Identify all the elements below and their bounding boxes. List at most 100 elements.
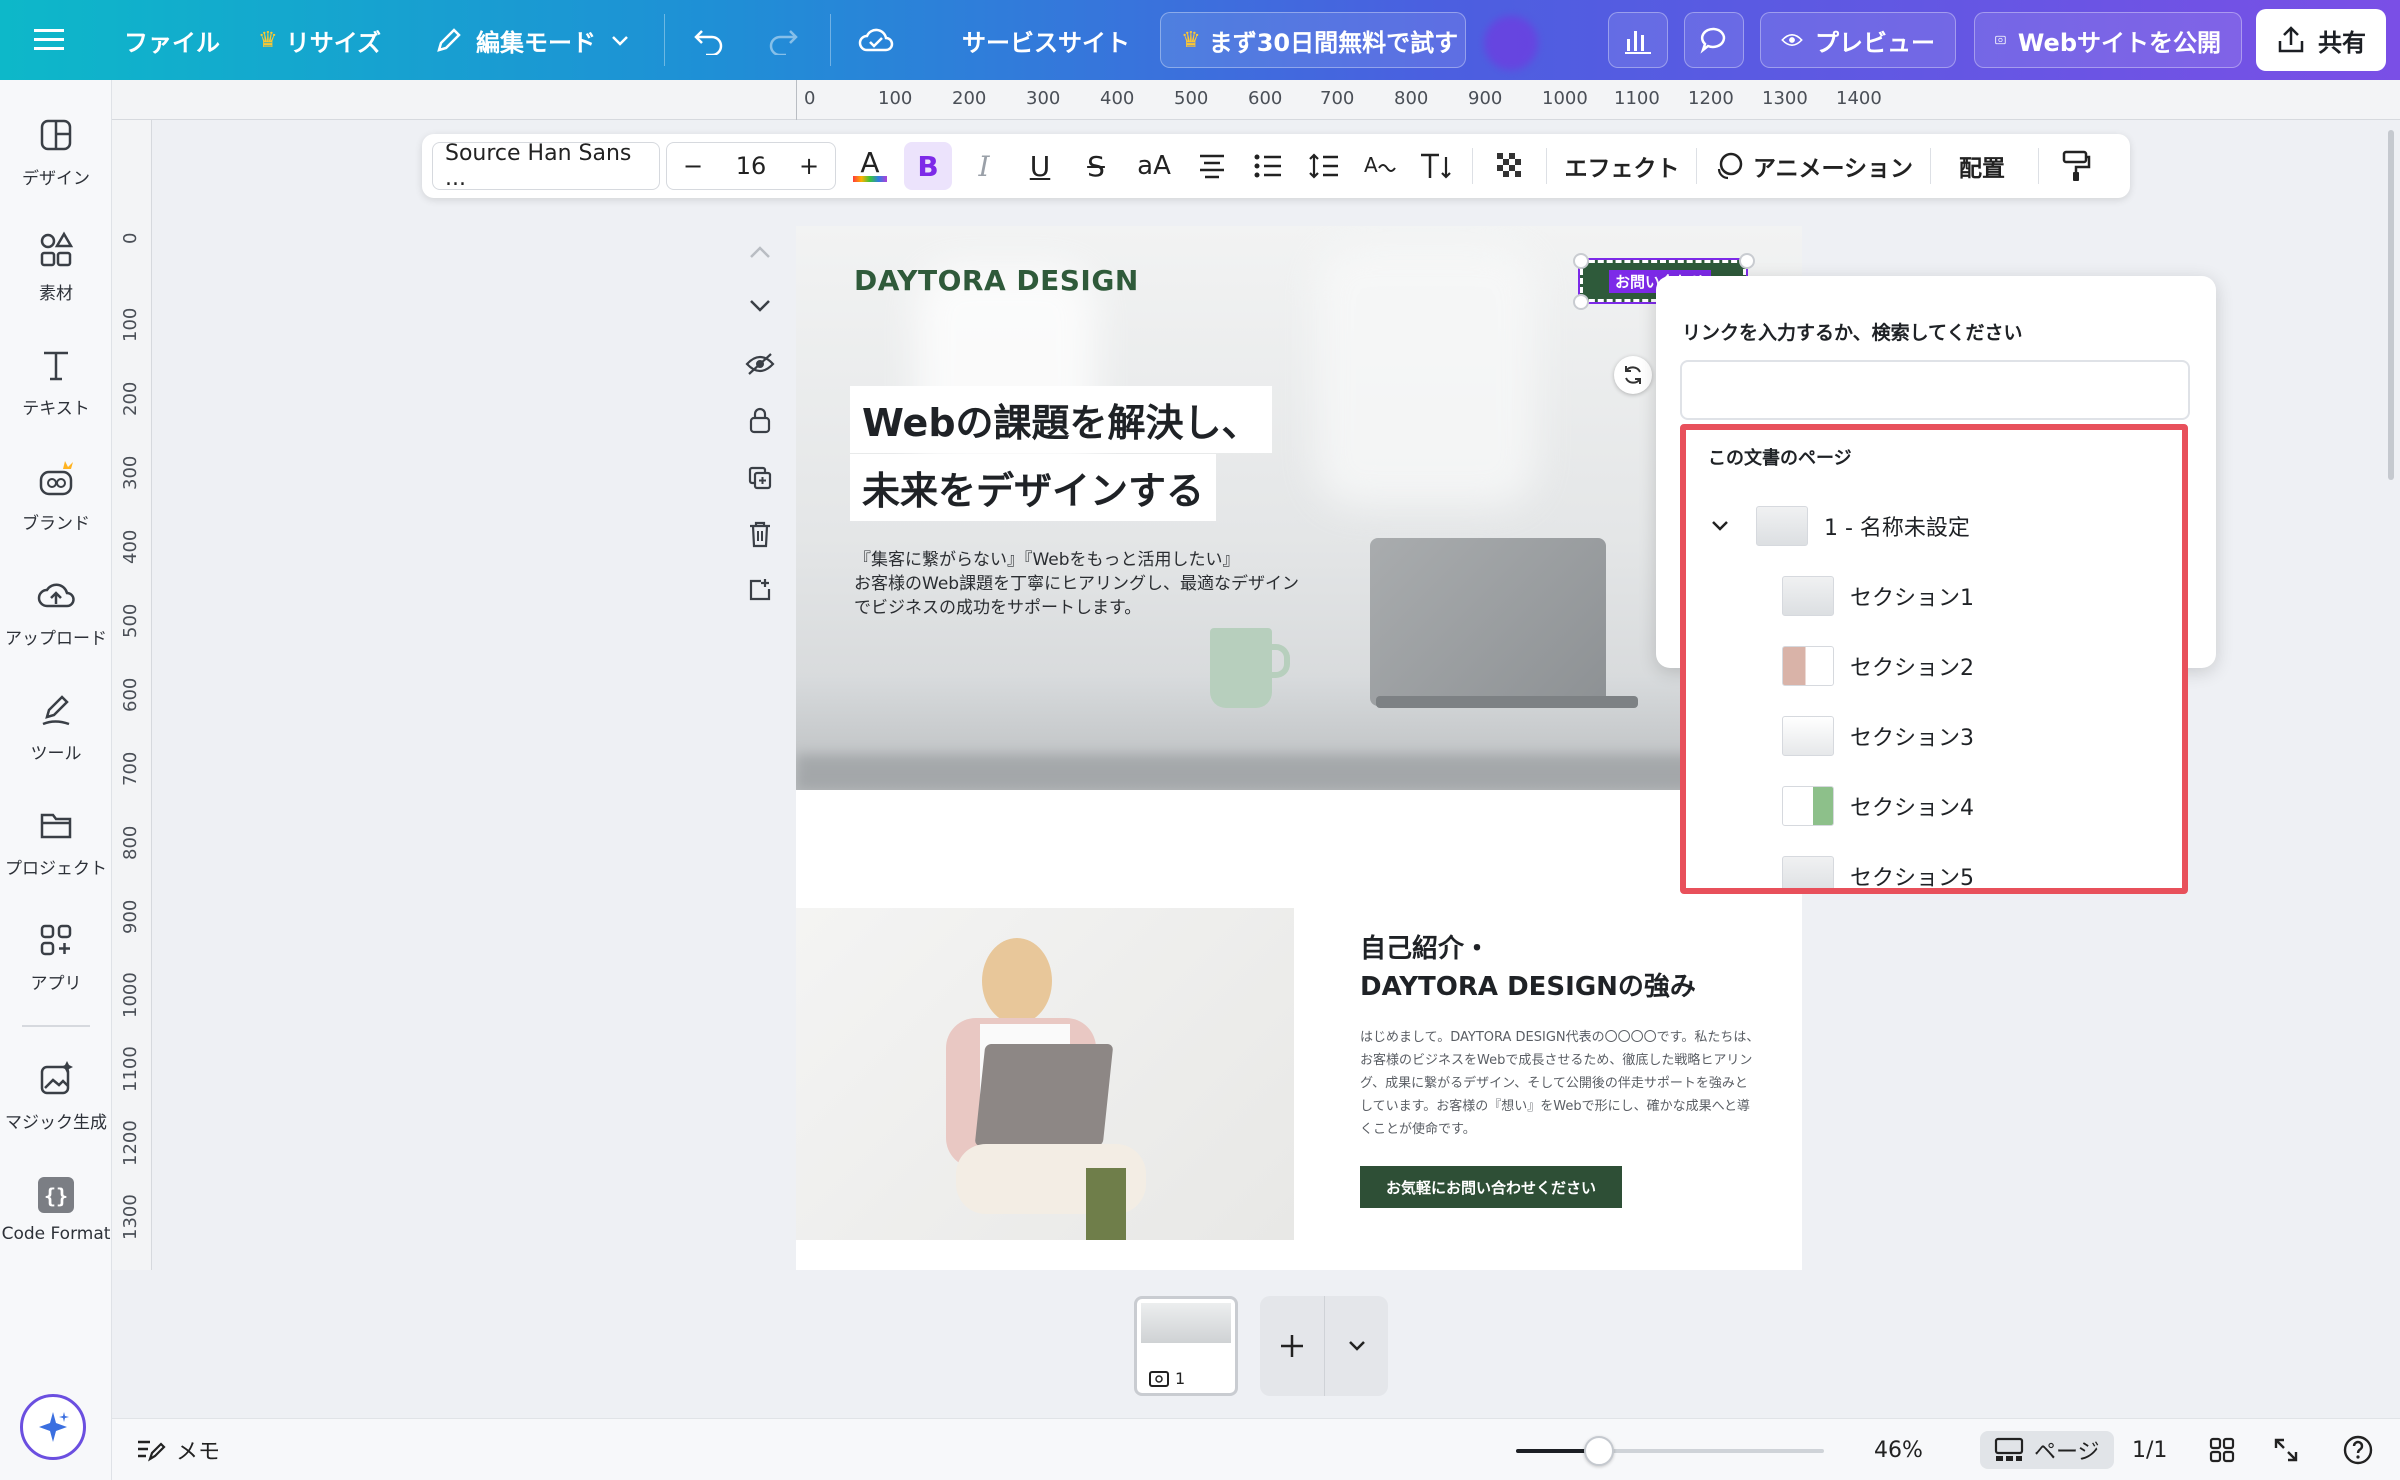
hero-section[interactable]: DAYTORA DESIGN お問い合わせ Webの課題を解決し、 未来をデザイ… [796, 226, 1802, 790]
effects-button[interactable]: エフェクト [1558, 142, 1686, 190]
strikethrough-button[interactable]: S [1072, 142, 1120, 190]
animation-button[interactable]: アニメーション [1706, 142, 1920, 190]
add-page-icon[interactable] [740, 570, 780, 610]
page-view-button[interactable]: ページ [1980, 1431, 2114, 1469]
insights-button[interactable] [1608, 12, 1668, 68]
zoom-slider-thumb[interactable] [1584, 1436, 1615, 1466]
zoom-slider[interactable] [1516, 1436, 1824, 1466]
page-thumbnail-1[interactable]: 1 [1134, 1296, 1238, 1396]
font-size-decrease-button[interactable]: − [668, 152, 718, 180]
notes-button[interactable]: メモ [136, 1431, 220, 1469]
add-page-button[interactable] [1260, 1296, 1324, 1396]
comment-button[interactable] [1684, 12, 1744, 68]
font-family-select[interactable]: Source Han Sans ... [432, 141, 660, 191]
page-item[interactable]: 1 - 名称未設定 [1686, 494, 2182, 558]
ruler-label: 600 [120, 677, 141, 712]
sidebar-item-magic-media[interactable]: マジック生成 [0, 1058, 112, 1133]
chevron-down-icon [1712, 521, 1728, 531]
section-item[interactable]: セクション3 [1686, 704, 2182, 768]
fullscreen-icon[interactable] [2272, 1431, 2300, 1469]
page-view-label: ページ [2034, 1440, 2100, 1465]
menu-icon[interactable] [34, 12, 64, 68]
hero-heading-line2[interactable]: 未来をデザインする [850, 454, 1217, 521]
sidebar-item-elements[interactable]: 素材 [0, 229, 112, 304]
status-bar: メモ 46% ページ 1/1 [112, 1418, 2400, 1480]
section-thumbnail [1782, 716, 1834, 756]
rotate-icon[interactable] [1614, 356, 1652, 394]
undo-icon[interactable] [692, 12, 726, 68]
cloud-saved-icon[interactable] [858, 12, 894, 68]
about-contact-button[interactable]: お気軽にお問い合わせください [1360, 1166, 1622, 1208]
italic-button[interactable]: I [960, 142, 1008, 190]
edit-mode-button[interactable]: 編集モード [434, 12, 630, 68]
duplicate-icon[interactable] [740, 458, 780, 498]
sidebar-item-brand[interactable]: ブランド [0, 459, 112, 534]
sidebar-item-design[interactable]: デザイン [0, 114, 112, 189]
magic-assistant-button[interactable] [20, 1394, 86, 1460]
eye-icon [1781, 34, 1803, 46]
sidebar-item-code-format[interactable]: {} Code Format [0, 1174, 112, 1244]
link-search-input[interactable] [1680, 360, 2190, 420]
brand-logo-text[interactable]: DAYTORA DESIGN [854, 264, 1139, 297]
resize-handle[interactable] [1573, 294, 1589, 310]
about-heading[interactable]: 自己紹介・ DAYTORA DESIGNの強み [1360, 930, 1780, 1006]
scrollbar[interactable] [2388, 130, 2394, 480]
design-page[interactable]: DAYTORA DESIGN お問い合わせ Webの課題を解決し、 未来をデザイ… [796, 226, 1802, 1270]
ruler-label: 100 [120, 307, 141, 342]
add-page-menu-button[interactable] [1325, 1296, 1388, 1396]
section-item-label: セクション5 [1850, 866, 1974, 891]
chevron-down-icon[interactable] [740, 286, 780, 326]
section-item[interactable]: セクション4 [1686, 774, 2182, 838]
preview-button[interactable]: プレビュー [1760, 12, 1956, 68]
section-item[interactable]: セクション5 [1686, 844, 2182, 891]
align-center-icon[interactable] [1188, 142, 1236, 190]
color-bar [853, 176, 887, 182]
transparency-icon[interactable] [1486, 142, 1534, 190]
sidebar-item-upload[interactable]: アップロード [0, 574, 112, 649]
sidebar-item-apps[interactable]: アプリ [0, 919, 112, 994]
grid-view-icon[interactable] [2208, 1431, 2236, 1469]
text-style-icon[interactable]: A [1356, 142, 1404, 190]
file-menu[interactable]: ファイル [124, 12, 220, 68]
sidebar-item-label: 素材 [39, 284, 73, 304]
resize-handle[interactable] [1739, 253, 1755, 269]
section-thumbnail [1782, 786, 1834, 826]
font-size-increase-button[interactable]: + [784, 152, 834, 180]
section-item[interactable]: セクション2 [1686, 634, 2182, 698]
lock-icon[interactable] [740, 400, 780, 440]
page-counter[interactable]: 1/1 [2132, 1431, 2167, 1469]
letter-case-button[interactable]: aA [1126, 142, 1182, 190]
hide-eye-icon[interactable] [740, 344, 780, 384]
trial-button[interactable]: ♛ まず30日間無料で試す [1160, 12, 1466, 68]
about-body-text[interactable]: はじめまして。DAYTORA DESIGN代表の〇〇〇〇です。私たちは、お客様の… [1360, 1026, 1760, 1141]
avatar[interactable] [1484, 16, 1538, 70]
redo-icon[interactable] [766, 12, 800, 68]
hero-description[interactable]: 『集客に繋がらない』『Webをもっと活用したい』 お客様のWeb課題を丁寧にヒア… [854, 548, 1354, 620]
help-icon[interactable] [2342, 1431, 2374, 1469]
bold-button[interactable]: B [904, 142, 952, 190]
about-photo[interactable] [796, 908, 1294, 1240]
copy-style-icon[interactable] [2052, 142, 2100, 190]
layout-icon [40, 119, 72, 151]
underline-button[interactable]: U [1016, 142, 1064, 190]
share-button[interactable]: 共有 [2256, 9, 2386, 71]
sidebar-item-tools[interactable]: ツール [0, 689, 112, 764]
trash-icon[interactable] [740, 514, 780, 554]
position-button[interactable]: 配置 [1942, 142, 2022, 190]
text-size-icon[interactable] [1412, 142, 1460, 190]
resize-button[interactable]: ♛ リサイズ [258, 12, 381, 68]
section-item[interactable]: セクション1 [1686, 564, 2182, 628]
service-site-title[interactable]: サービスサイト [962, 12, 1130, 68]
publish-website-button[interactable]: Webサイトを公開 [1974, 12, 2242, 68]
sidebar-item-text[interactable]: テキスト [0, 344, 112, 419]
ruler-label: 800 [1394, 88, 1429, 109]
font-size-input[interactable]: 16 [718, 152, 784, 180]
zoom-level[interactable]: 46% [1874, 1431, 1923, 1469]
resize-handle[interactable] [1573, 253, 1589, 269]
line-spacing-icon[interactable] [1300, 142, 1348, 190]
text-color-button[interactable]: A [846, 142, 894, 190]
hero-heading-line1[interactable]: Webの課題を解決し、 [850, 386, 1272, 453]
chevron-up-icon[interactable] [740, 232, 780, 272]
bullet-list-icon[interactable] [1244, 142, 1292, 190]
sidebar-item-projects[interactable]: プロジェクト [0, 804, 112, 879]
